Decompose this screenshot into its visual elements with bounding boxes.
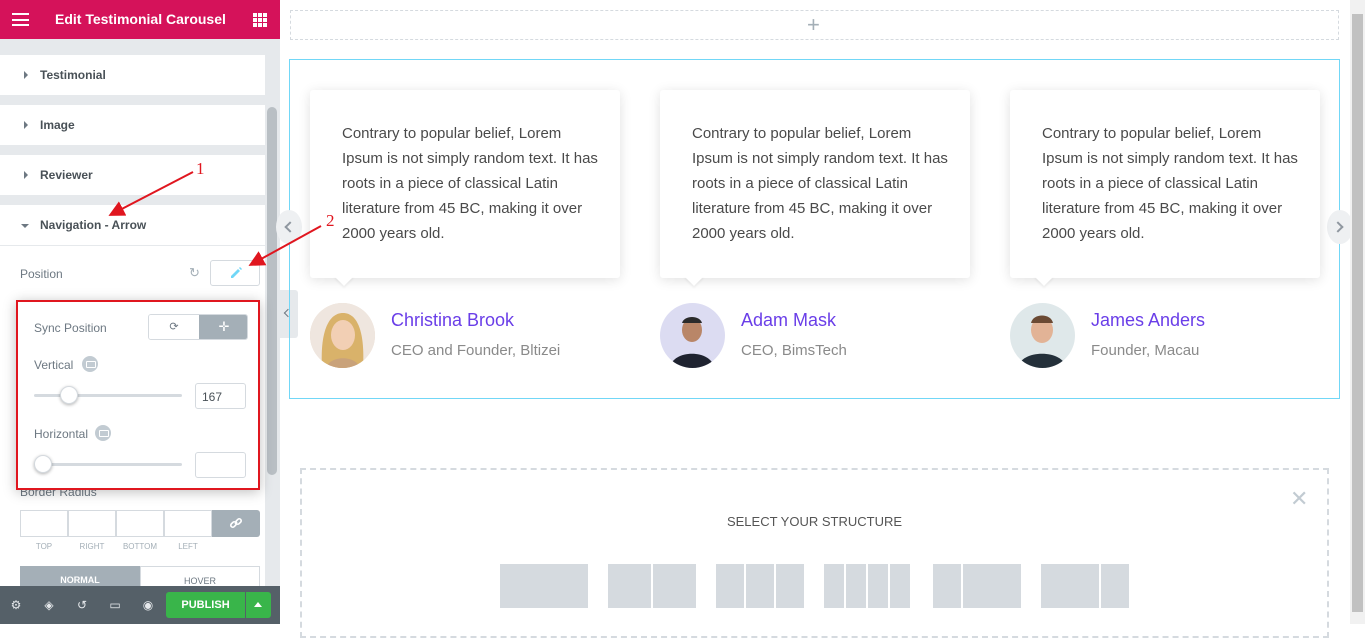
annotation-number: 2 — [326, 211, 335, 230]
annotation-arrows — [108, 171, 322, 266]
annotation-number: 1 — [196, 159, 205, 178]
